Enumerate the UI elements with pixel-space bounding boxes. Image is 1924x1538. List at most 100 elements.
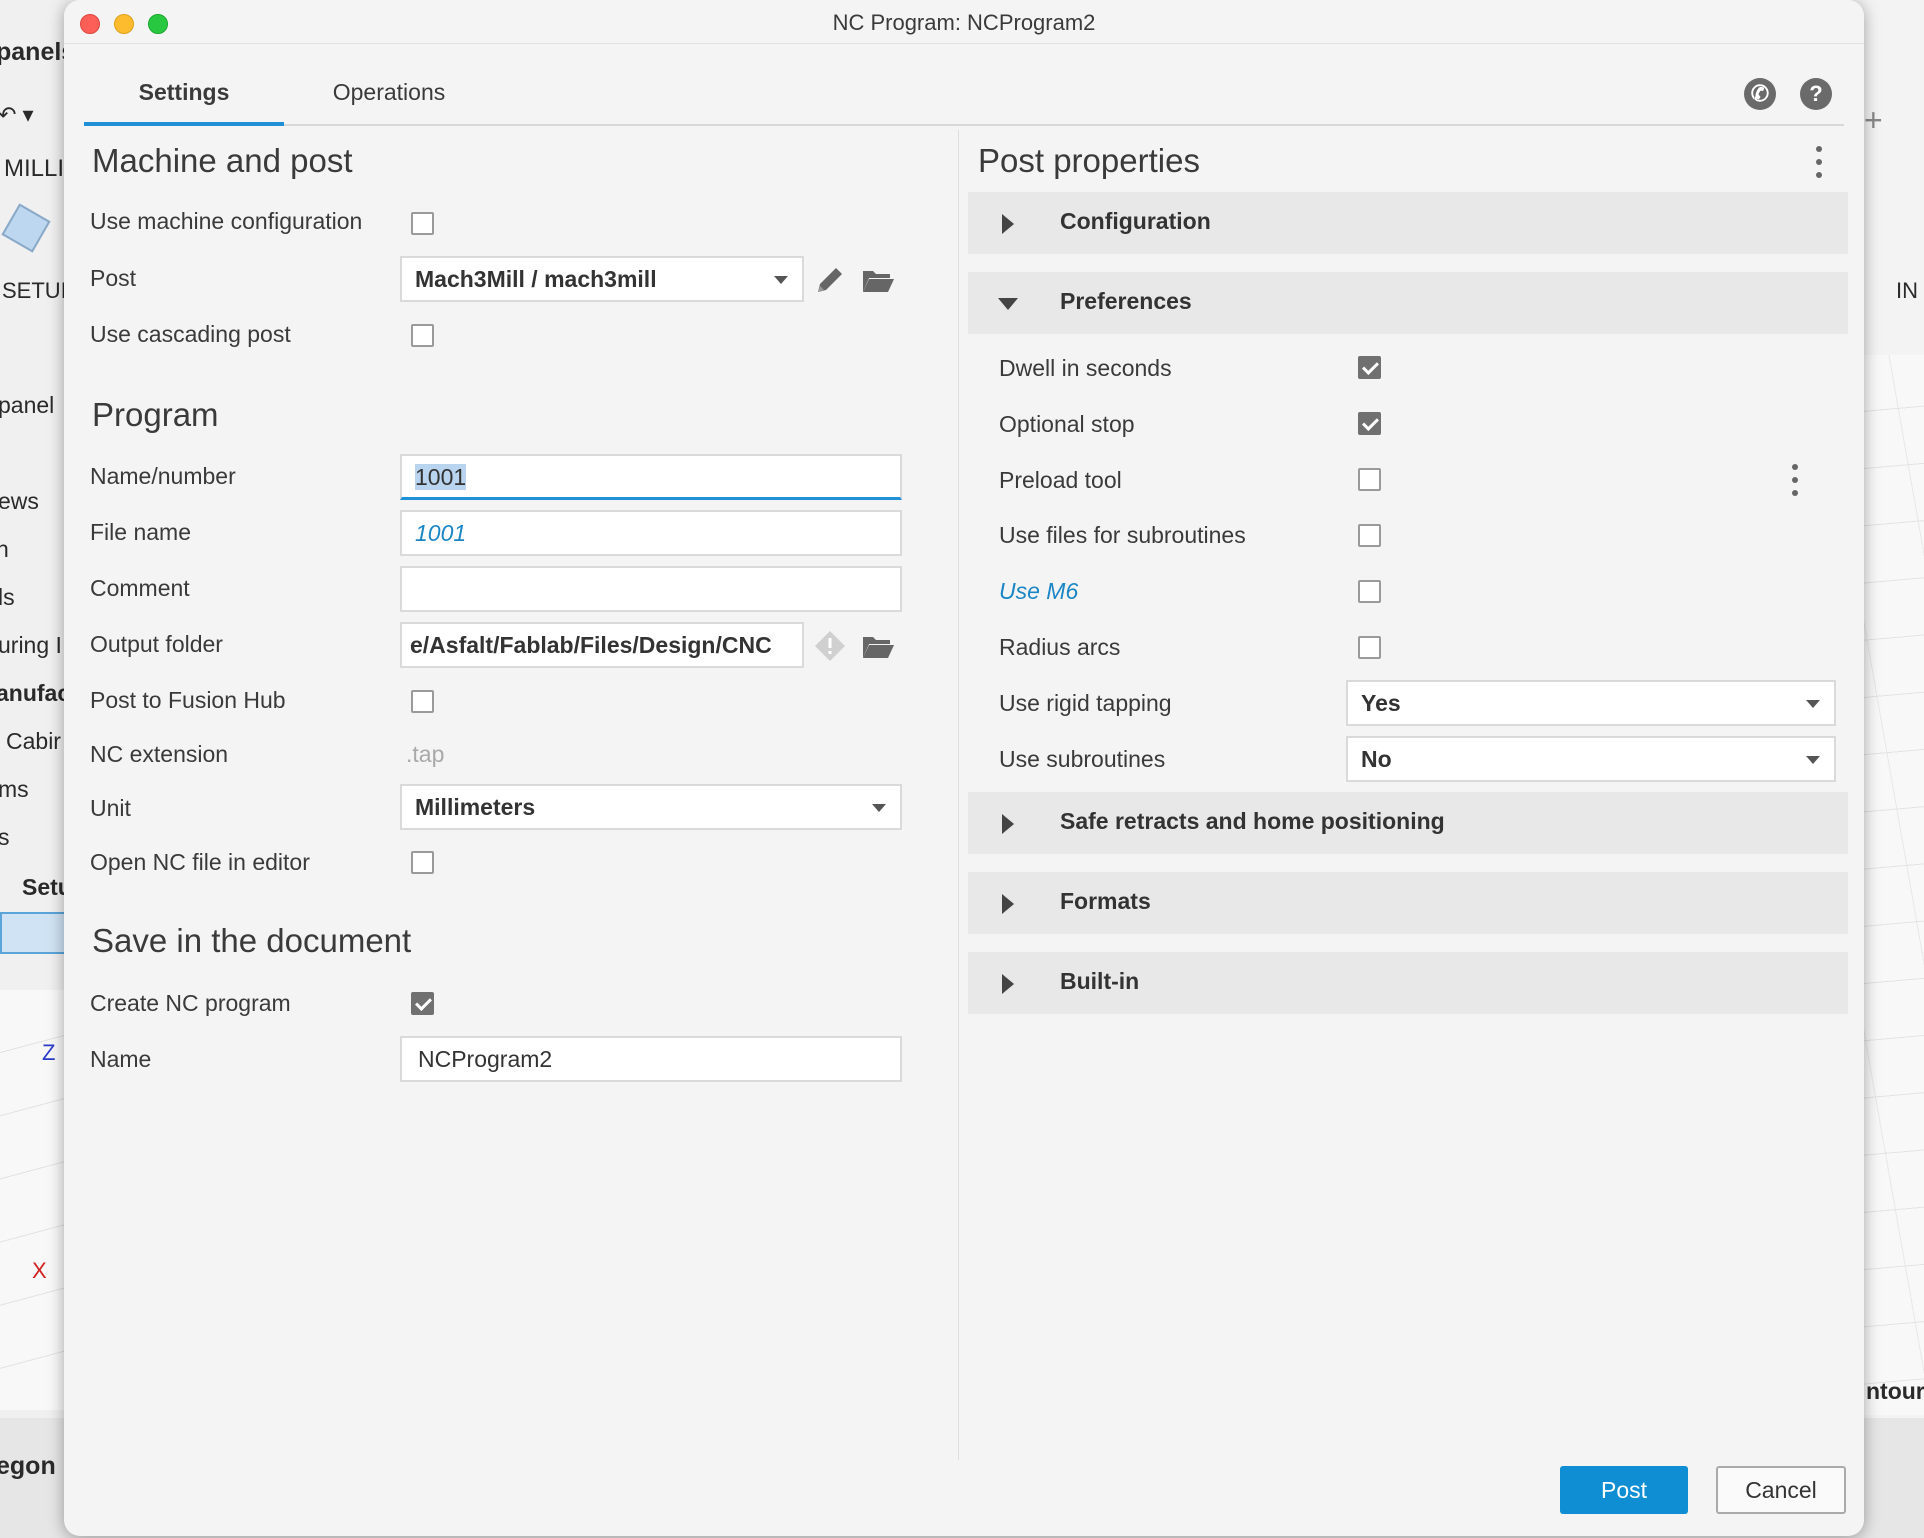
phone-icon[interactable]: ✆ [1744,78,1776,110]
unit-label: Unit [90,795,131,821]
chevron-down-icon [872,804,886,812]
bg-undo-icon: ↶ ▾ [0,102,34,127]
bg-fragment: IN [1896,278,1918,303]
background-viewport-left [0,990,70,1410]
use-m6-checkbox[interactable] [1358,580,1381,603]
chevron-down-icon [774,276,788,284]
post-label: Post [90,265,137,291]
bg-fragment: uring I [0,632,62,658]
preload-tool-menu-icon[interactable] [1790,464,1800,498]
bg-fragment: MILLI [4,155,65,182]
panel-divider [958,130,959,1460]
chevron-down-icon [1806,700,1820,708]
machine-and-post-heading: Machine and post [92,142,353,179]
optional-stop-checkbox[interactable] [1358,412,1381,435]
optional-stop-label: Optional stop [999,411,1135,437]
open-nc-in-editor-label: Open NC file in editor [90,849,310,875]
post-button[interactable]: Post [1560,1466,1688,1514]
output-folder-input[interactable]: e/Asfalt/Fablab/Files/Design/CNC [400,622,804,668]
post-to-fusion-hub-checkbox[interactable] [411,690,434,713]
expand-arrow-icon [1002,894,1014,914]
preload-tool-label: Preload tool [999,467,1122,493]
comment-label: Comment [90,575,190,601]
nc-extension-label: NC extension [90,741,229,767]
file-name-label: File name [90,519,191,545]
group-safe-retracts[interactable]: Safe retracts and home positioning [968,792,1848,854]
save-in-document-heading: Save in the document [92,922,412,959]
use-machine-config-label: Use machine configuration [90,208,363,234]
unit-select[interactable]: Millimeters [400,784,902,830]
expand-arrow-icon [1002,214,1014,234]
dwell-in-seconds-label: Dwell in seconds [999,355,1172,381]
nc-program-dialog: NC Program: NCProgram2 Settings Operatio… [64,0,1864,1536]
unit-select-value: Millimeters [415,794,536,820]
group-preferences-label: Preferences [1060,288,1192,314]
collapse-arrow-icon [998,298,1018,310]
bg-fragment: egon [0,1452,56,1480]
name-number-value: 1001 [415,464,467,490]
nc-extension-value: .tap [406,741,445,767]
comment-input[interactable] [400,566,902,612]
dwell-in-seconds-checkbox[interactable] [1358,356,1381,379]
group-built-in[interactable]: Built-in [968,952,1848,1014]
bg-fragment: n [0,536,9,562]
tab-bar: Settings Operations [84,72,1844,126]
folder-open-icon[interactable] [860,628,896,664]
group-built-in-label: Built-in [1060,968,1140,994]
tab-settings[interactable]: Settings [84,72,284,126]
bg-fragment: ews [0,488,39,514]
use-files-for-subroutines-label: Use files for subroutines [999,522,1246,548]
use-subroutines-label: Use subroutines [999,746,1166,772]
use-machine-config-checkbox[interactable] [411,212,434,235]
group-formats[interactable]: Formats [968,872,1848,934]
radius-arcs-label: Radius arcs [999,634,1121,660]
post-to-fusion-hub-label: Post to Fusion Hub [90,687,286,713]
chevron-down-icon [1806,756,1820,764]
use-files-for-subroutines-checkbox[interactable] [1358,524,1381,547]
edit-pencil-icon[interactable] [812,262,848,298]
bg-fragment: SETUI [2,278,67,303]
background-viewport-right [1860,355,1924,1415]
post-select[interactable]: Mach3Mill / mach3mill [400,256,804,302]
bg-fragment: s [0,824,10,850]
use-cascading-post-checkbox[interactable] [411,324,434,347]
nc-program-name-label: Name [90,1046,152,1072]
window-title: NC Program: NCProgram2 [832,10,1096,35]
expand-arrow-icon [1002,814,1014,834]
bg-axis-z: Z [42,1040,56,1065]
bg-selected-row [0,912,70,954]
preload-tool-checkbox[interactable] [1358,468,1381,491]
group-preferences[interactable]: Preferences [968,272,1848,334]
use-subroutines-select[interactable]: No [1346,736,1836,782]
create-nc-program-checkbox[interactable] [411,992,434,1015]
open-nc-in-editor-checkbox[interactable] [411,851,434,874]
bg-fragment: anufac [0,680,71,706]
nc-program-name-input[interactable]: NCProgram2 [400,1036,902,1082]
post-properties-menu-icon[interactable] [1814,146,1824,180]
group-configuration[interactable]: Configuration [968,192,1848,254]
use-m6-label: Use M6 [999,578,1079,604]
warning-diamond-icon [815,631,845,661]
program-heading: Program [92,396,219,433]
name-number-label: Name/number [90,463,236,489]
bg-axis-x: X [32,1258,47,1283]
create-nc-program-label: Create NC program [90,990,291,1016]
post-properties-heading: Post properties [978,142,1200,179]
tab-operations[interactable]: Operations [294,72,484,126]
folder-open-icon[interactable] [860,262,896,298]
name-number-input[interactable]: 1001 [400,454,902,500]
output-folder-label: Output folder [90,631,223,657]
group-formats-label: Formats [1060,888,1151,914]
radius-arcs-checkbox[interactable] [1358,636,1381,659]
help-icon[interactable]: ? [1800,78,1832,110]
use-subroutines-value: No [1361,746,1392,772]
group-configuration-label: Configuration [1060,208,1211,234]
use-rigid-tapping-select[interactable]: Yes [1346,680,1836,726]
post-select-value: Mach3Mill / mach3mill [415,266,657,292]
use-cascading-post-label: Use cascading post [90,321,291,347]
expand-arrow-icon [1002,974,1014,994]
file-name-input[interactable]: 1001 [400,510,902,556]
cancel-button[interactable]: Cancel [1716,1466,1846,1514]
bg-fragment: ls [0,584,15,610]
use-rigid-tapping-label: Use rigid tapping [999,690,1172,716]
